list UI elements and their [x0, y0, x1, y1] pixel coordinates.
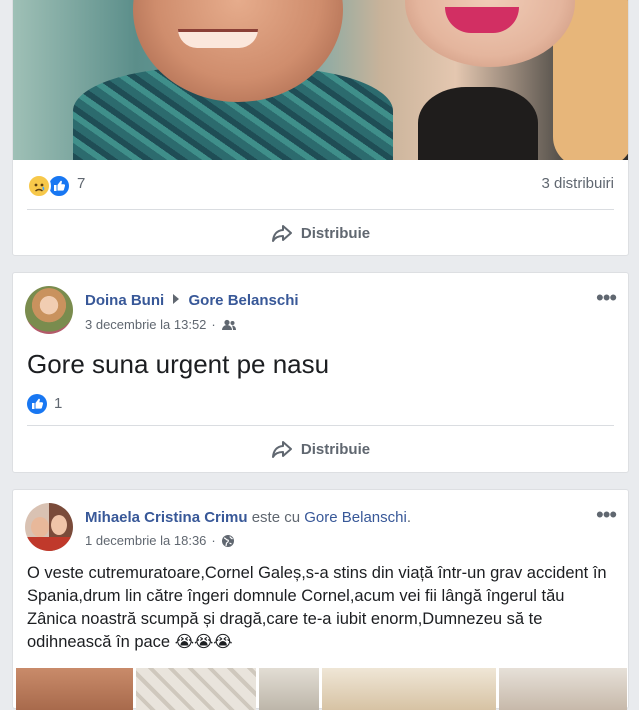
author-name[interactable]: Doina Buni	[85, 292, 164, 309]
post-photo[interactable]	[136, 668, 256, 710]
post-card-2: Doina Buni Gore Belanschi 3 decembrie la…	[12, 272, 629, 473]
avatar[interactable]	[25, 503, 73, 551]
like-reaction-icon	[27, 394, 47, 414]
reactions-bar: 7 3 distribuiri	[27, 173, 614, 198]
globe-audience-icon[interactable]	[221, 534, 235, 548]
shares-count[interactable]: 3 distribuiri	[541, 175, 614, 192]
share-arrow-icon	[271, 225, 292, 242]
post-photos[interactable]	[16, 668, 627, 710]
share-label: Distribuie	[300, 440, 371, 458]
header-period: .	[406, 509, 411, 526]
share-button[interactable]: Distribuie	[13, 216, 628, 250]
divider	[27, 425, 614, 426]
share-label: Distribuie	[300, 224, 371, 242]
post-text: Gore suna urgent pe nasu	[27, 349, 330, 379]
post-date[interactable]: 3 decembrie la 13:52	[85, 317, 206, 332]
post-photo[interactable]	[13, 0, 628, 160]
caret-right-icon	[173, 294, 180, 304]
with-text: este cu	[251, 509, 301, 526]
reactions-count[interactable]: 7	[77, 175, 85, 192]
post-card-1: 7 3 distribuiri Distribuie	[12, 0, 629, 256]
share-button[interactable]: Distribuie	[13, 432, 628, 466]
share-arrow-icon	[271, 441, 292, 458]
post-photo[interactable]	[498, 668, 627, 710]
post-card-3: Mihaela Cristina Crimu este cu Gore Bela…	[12, 489, 629, 710]
meta-separator: ·	[211, 317, 216, 332]
reactions-bar: 1	[27, 393, 614, 417]
post-meta: 3 decembrie la 13:52 ·	[85, 317, 237, 332]
more-options-icon[interactable]: •••	[596, 287, 620, 309]
post-header: Doina Buni Gore Belanschi	[85, 292, 299, 309]
post-text: O veste cutremuratoare,Cornel Galeș,s-a …	[27, 564, 607, 651]
post-header: Mihaela Cristina Crimu este cu Gore Bela…	[85, 509, 411, 526]
target-name[interactable]: Gore Belanschi	[189, 292, 299, 309]
meta-separator: ·	[211, 533, 216, 548]
friends-audience-icon[interactable]	[221, 319, 237, 331]
sad-reaction-icon	[27, 174, 51, 198]
tagged-person[interactable]: Gore Belanschi	[304, 509, 407, 526]
post-meta: 1 decembrie la 18:36 ·	[85, 533, 235, 548]
more-options-icon[interactable]: •••	[596, 504, 620, 526]
avatar[interactable]	[25, 286, 73, 334]
post-date[interactable]: 1 decembrie la 18:36	[85, 533, 206, 548]
post-photo[interactable]	[258, 668, 319, 710]
post-photo[interactable]	[321, 668, 496, 710]
reactions-count[interactable]: 1	[54, 395, 62, 412]
author-name[interactable]: Mihaela Cristina Crimu	[85, 509, 248, 526]
post-photo[interactable]	[16, 668, 134, 710]
divider	[27, 209, 614, 210]
